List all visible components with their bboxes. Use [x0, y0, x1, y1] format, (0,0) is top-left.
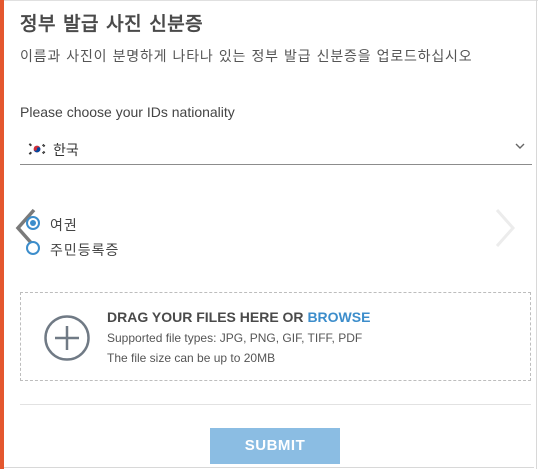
- nationality-selected-value: 한국: [53, 143, 79, 159]
- id-upload-panel: 정부 발급 사진 신분증 이름과 사진이 분명하게 나타나 있는 정부 발급 신…: [0, 0, 538, 469]
- add-file-plus-icon[interactable]: [43, 314, 91, 362]
- next-arrow-icon[interactable]: [491, 206, 519, 250]
- radio-button-checked[interactable]: [26, 216, 40, 230]
- south-korea-flag-icon: [27, 142, 47, 156]
- top-border: [4, 0, 538, 1]
- nationality-select[interactable]: 한국: [20, 136, 532, 165]
- instructions-text: 이름과 사진이 분명하게 나타나 있는 정부 발급 신분증을 업로드하십시오: [20, 49, 473, 65]
- submit-button[interactable]: SUBMIT: [210, 428, 340, 464]
- bottom-border: [4, 467, 534, 468]
- supported-file-types: Supported file types: JPG, PNG, GIF, TIF…: [107, 331, 363, 345]
- radio-option-label: 주민등록증: [50, 243, 120, 259]
- dropzone-title-text: DRAG YOUR FILES HERE OR: [107, 309, 308, 325]
- radio-option-label: 여권: [50, 218, 78, 234]
- page-title: 정부 발급 사진 신분증: [20, 13, 204, 35]
- right-border: [536, 0, 537, 469]
- radio-button-unchecked[interactable]: [26, 241, 40, 255]
- file-dropzone[interactable]: DRAG YOUR FILES HERE OR BROWSE Supported…: [20, 292, 531, 381]
- nationality-question: Please choose your IDs nationality: [20, 104, 235, 120]
- accent-bar: [0, 0, 4, 469]
- dropzone-title: DRAG YOUR FILES HERE OR BROWSE: [107, 309, 370, 325]
- chevron-down-icon: [515, 143, 525, 149]
- file-size-limit: The file size can be up to 20MB: [107, 351, 276, 365]
- divider: [20, 404, 531, 405]
- browse-link[interactable]: BROWSE: [307, 309, 370, 325]
